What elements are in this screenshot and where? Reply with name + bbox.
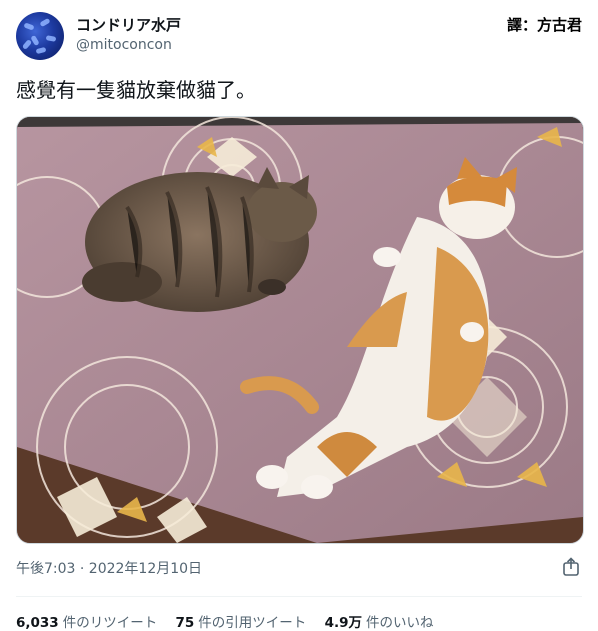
divider xyxy=(16,596,582,597)
tweet-text: 感覺有一隻貓放棄做貓了。 xyxy=(16,78,256,102)
tweet-timestamp[interactable]: 午後7:03 · 2022年12月10日 xyxy=(16,558,202,578)
tweet-header: コンドリア水戸 @mitoconcon 譯：方古君 xyxy=(16,12,582,60)
engagement-stats: 6,033 件のリツイート 75 件の引用ツイート 4.9万 件のいいね xyxy=(16,611,448,631)
author-name[interactable]: コンドリア水戸 xyxy=(76,14,181,35)
cats-photo-illustration xyxy=(17,117,583,543)
share-icon[interactable] xyxy=(562,557,580,577)
translator-watermark: 譯：方古君 xyxy=(506,16,582,34)
like-count[interactable]: 4.9万 件のいいね xyxy=(325,611,434,631)
tweet-photo[interactable] xyxy=(16,116,584,544)
avatar[interactable] xyxy=(16,12,64,60)
quote-tweet-count[interactable]: 75 件の引用ツイート xyxy=(176,611,307,631)
retweet-count[interactable]: 6,033 件のリツイート xyxy=(16,611,157,631)
author-handle[interactable]: @mitoconcon xyxy=(76,37,172,53)
